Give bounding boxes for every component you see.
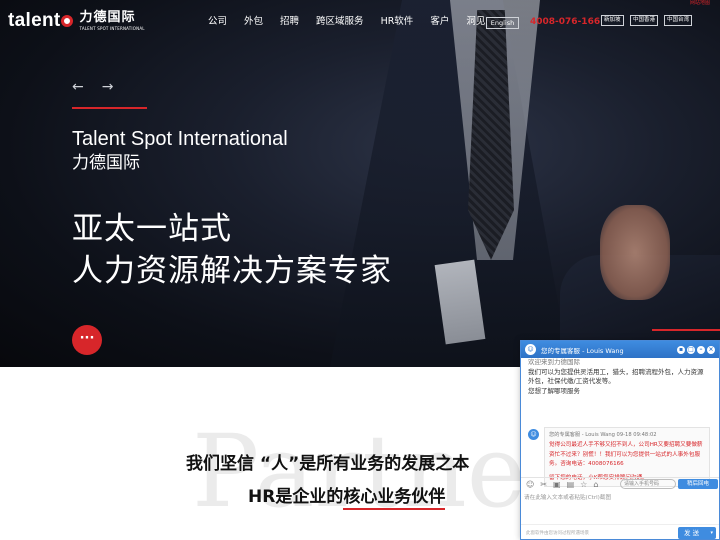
main-nav: 公司 外包 招聘 跨区域服务 HR软件 客户 洞见 (208, 16, 502, 28)
chat-close-icon[interactable]: × (707, 345, 715, 354)
language-button[interactable]: English (486, 17, 519, 29)
hero-slogan-line1: 亚太一站式 (72, 211, 232, 247)
nav-item-hr-software[interactable]: HR软件 (381, 16, 414, 28)
chat-title: 您的专属客服 - Louis Wang (541, 346, 624, 355)
nav-item-company[interactable]: 公司 (208, 16, 227, 28)
hotline-phone[interactable]: 4008-076-166 (530, 16, 600, 28)
chat-settings-icon[interactable]: ▪ (677, 345, 685, 354)
history-icon[interactable]: ⌂ (593, 480, 598, 490)
hero-slogan: 亚太一站式 人力资源解决方案专家 (72, 208, 392, 292)
nav-item-cross-region[interactable]: 跨区域服务 (316, 16, 364, 28)
sitemap-link[interactable]: 网站地图 (690, 0, 710, 7)
welcome-message-line: 欢迎来到力德国际 (528, 358, 580, 366)
slider-arrows: ← → (72, 80, 131, 94)
page: talent 力德国际 TALENT SPOT INTERNATIONAL 公司… (0, 0, 720, 540)
belief-line-2-prefix: HR是企业的 (248, 487, 344, 507)
region-taiwan[interactable]: 中国台湾 (664, 15, 693, 26)
file-icon[interactable]: ▤ (567, 480, 575, 490)
logo-wordmark: talent (8, 10, 61, 31)
arrow-right-icon[interactable]: → (102, 80, 114, 94)
hero-banner: talent 力德国际 TALENT SPOT INTERNATIONAL 公司… (0, 0, 720, 367)
message-input[interactable]: 请在此输入文本或者粘贴(Ctrl)截图 (524, 494, 611, 502)
agent-message-meta: 您的专属客服 - Louis Wang 09-18 09:48:02 (549, 432, 657, 438)
send-button[interactable]: 发 送 ▾ (678, 527, 716, 539)
emoji-icon[interactable]: ☺ (526, 480, 534, 490)
welcome-message-body: 我们可以为您提供灵活用工，猎头，招聘流程外包，人力资源外包，社保代缴/工资代发等… (528, 367, 704, 386)
callback-button[interactable]: 稍后回电 (678, 479, 718, 489)
phone-input[interactable]: 请输入手机号码 (620, 479, 676, 489)
region-singapore[interactable]: 新加坡 (601, 15, 624, 26)
logo-cn: 力德国际 (79, 10, 136, 25)
chat-footer: 此窗软件由您访问过程所遇场景 发 送 ▾ (521, 524, 719, 539)
hero-accent-line (652, 329, 720, 331)
send-dropdown-icon[interactable]: ▾ (710, 527, 713, 539)
screenshot-icon[interactable]: ✂ (540, 480, 547, 490)
logo-dot-icon (61, 15, 74, 27)
chat-maximize-icon[interactable]: □ (687, 345, 695, 354)
logo-cn-group: 力德国际 TALENT SPOT INTERNATIONAL (79, 10, 144, 32)
hero-slogan-line2: 人力资源解决方案专家 (72, 253, 392, 289)
hero-divider (72, 107, 147, 109)
send-button-label: 发 送 (684, 529, 700, 537)
belief-line-2: HR是企业的核心业务伙伴 (248, 485, 446, 510)
agent-avatar-icon: ☺ (528, 429, 539, 440)
belief-line-1: 我们坚信 “人”是所有业务的发展之本 (186, 454, 470, 474)
logo-en: TALENT SPOT INTERNATIONAL (79, 26, 145, 31)
chat-footer-note: 此窗软件由您访问过程所遇场景 (526, 531, 589, 536)
hero-title-cn: 力德国际 (72, 153, 140, 173)
hero-hand-graphic (600, 205, 670, 300)
agent-message-text: 觉得公司最近人手不够又招不到人，公司HR又要招聘又要做薪资忙不过来？别慌！！我们… (549, 442, 703, 467)
region-hongkong[interactable]: 中国香港 (630, 15, 659, 26)
logo[interactable]: talent 力德国际 TALENT SPOT INTERNATIONAL (8, 10, 145, 32)
chat-header[interactable]: ☺ 您的专属客服 - Louis Wang ▪ □ – × (521, 341, 719, 358)
hero-more-button[interactable]: ··· (72, 325, 102, 355)
belief-line-2-highlight: 核心业务伙伴 (343, 487, 446, 510)
hero-title-en: Talent Spot International (72, 128, 288, 150)
nav-item-recruitment[interactable]: 招聘 (280, 16, 299, 28)
nav-item-insights[interactable]: 洞见 (466, 16, 485, 28)
nav-item-outsourcing[interactable]: 外包 (244, 16, 263, 28)
image-icon[interactable]: ▣ (553, 480, 561, 490)
nav-item-clients[interactable]: 客户 (430, 16, 449, 28)
chat-minimize-icon[interactable]: – (697, 345, 705, 354)
welcome-message-question: 您想了解哪项服务 (528, 386, 580, 395)
welcome-message: 欢迎来到力德国际 我们可以为您提供灵活用工，猎头，招聘流程外包，人力资源外包，社… (528, 358, 708, 396)
chat-widget: ☺ 您的专属客服 - Louis Wang ▪ □ – × 欢迎来到力德国际 我… (520, 340, 720, 540)
agent-avatar-icon: ☺ (525, 344, 536, 355)
arrow-left-icon[interactable]: ← (72, 80, 84, 94)
rating-icon[interactable]: ☆ (580, 480, 587, 490)
